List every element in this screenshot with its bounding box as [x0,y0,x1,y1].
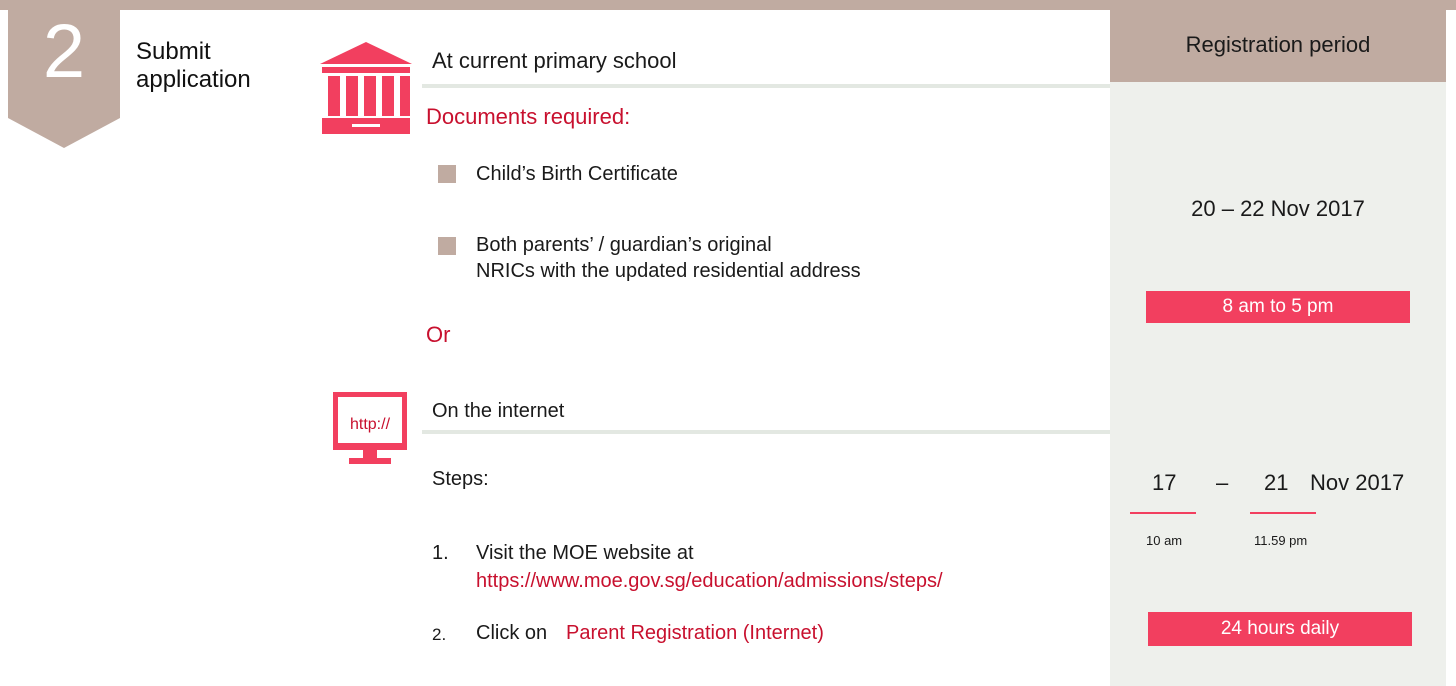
parent-registration-link[interactable]: Parent Registration (Internet) [566,620,824,646]
step-title-line1: Submit [136,38,211,65]
school-building-icon [318,40,414,136]
end-time-marker [1250,512,1316,514]
or-label: Or [426,322,451,347]
internet-start-time: 10 am [1146,533,1183,548]
internet-start-day: 17 [1152,470,1177,495]
school-registration-period: 20 – 22 Nov 2017 [1191,196,1365,221]
internet-end-time: 11.59 pm [1254,533,1308,548]
step-title: Submit application [136,38,251,94]
top-border [0,0,1456,10]
document-item-line: Both parents’ / guardian’s original [476,234,772,256]
school-section-heading: At current primary school [432,48,677,73]
step-number: 2 [42,9,86,94]
internet-section-heading: On the internet [432,400,565,422]
start-time-marker [1130,512,1196,514]
moe-website-link[interactable]: https://www.moe.gov.sg/education/admissi… [476,568,943,594]
document-item: Child’s Birth Certificate [476,163,678,185]
document-item: Both parents’ / guardian’s original NRIC… [476,232,861,284]
internet-month-year: Nov 2017 [1310,470,1405,495]
step-title-line2: application [136,66,251,93]
registration-panel [1110,10,1446,686]
step-item-text: Visit the MOE website at [476,542,694,564]
step-item-number: 1. [432,542,449,564]
internet-date-dash: – [1216,470,1229,495]
http-icon-text: http:// [349,416,391,433]
registration-header-label: Registration period [1185,32,1371,57]
internet-end-day: 21 [1264,470,1289,495]
school-hours-badge: 8 am to 5 pm [1146,291,1410,323]
step-item-text: Click on [476,622,548,644]
document-bullet [438,237,456,255]
document-item-line: NRICs with the updated residential addre… [476,260,861,282]
internet-hours-badge: 24 hours daily [1148,612,1412,646]
document-bullet [438,165,456,183]
steps-heading: Steps: [432,468,489,490]
step-item-number: 2. [432,625,447,644]
documents-heading: Documents required: [426,104,631,129]
